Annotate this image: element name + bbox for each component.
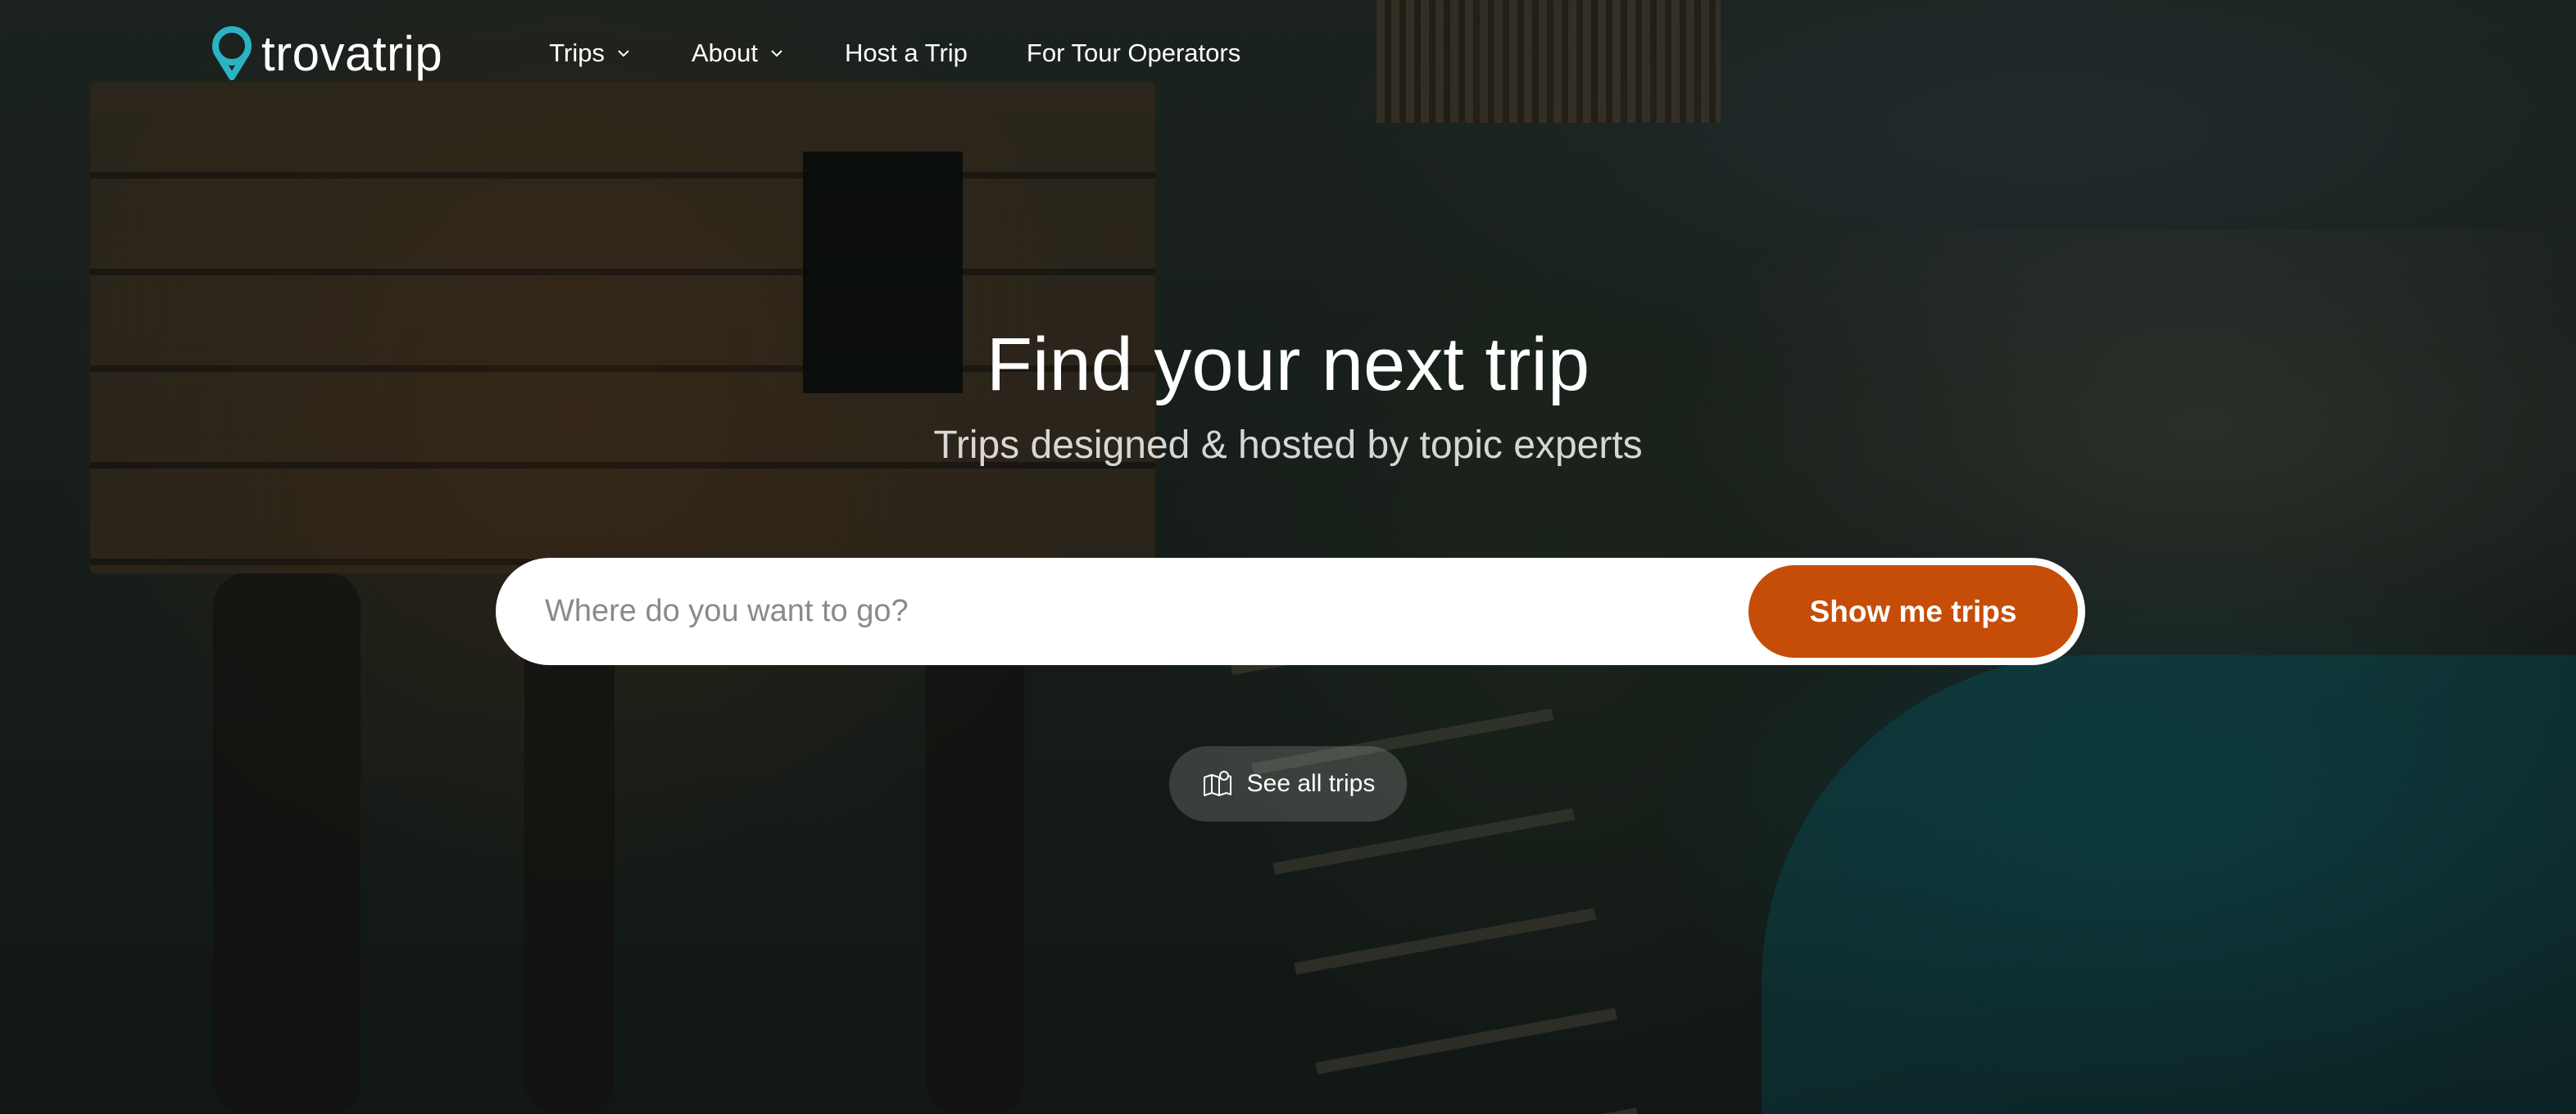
see-all-trips-button[interactable]: See all trips bbox=[1169, 746, 1407, 822]
nav-item-for-tour-operators[interactable]: For Tour Operators bbox=[1027, 38, 1240, 68]
search-bar: Show me trips bbox=[496, 558, 2085, 665]
nav-item-label: About bbox=[692, 38, 759, 67]
nav-item-label: Trips bbox=[549, 38, 605, 67]
chevron-down-icon bbox=[618, 50, 629, 57]
chevron-down-icon bbox=[771, 50, 782, 57]
destination-search-input[interactable] bbox=[496, 558, 1748, 665]
nav-item-trips[interactable]: Trips bbox=[549, 38, 633, 68]
map-icon bbox=[1203, 771, 1231, 796]
nav-item-host-a-trip[interactable]: Host a Trip bbox=[845, 38, 968, 68]
hero-title: Find your next trip bbox=[986, 323, 1590, 406]
nav-item-about[interactable]: About bbox=[692, 38, 786, 68]
hero-section: trovatrip Trips About Host a Trip For To… bbox=[0, 0, 2576, 1114]
nav-item-label: For Tour Operators bbox=[1026, 38, 1241, 67]
brand-name: trovatrip bbox=[261, 25, 443, 81]
top-nav: trovatrip Trips About Host a Trip For To… bbox=[0, 0, 2576, 106]
hero-overlay bbox=[0, 0, 2576, 1114]
show-me-trips-button[interactable]: Show me trips bbox=[1748, 565, 2078, 658]
hero-subtitle: Trips designed & hosted by topic experts bbox=[933, 423, 1643, 467]
map-pin-icon bbox=[212, 26, 252, 80]
nav-item-label: Host a Trip bbox=[845, 38, 968, 67]
see-all-trips-label: See all trips bbox=[1246, 770, 1376, 797]
brand-logo[interactable]: trovatrip bbox=[209, 25, 442, 82]
